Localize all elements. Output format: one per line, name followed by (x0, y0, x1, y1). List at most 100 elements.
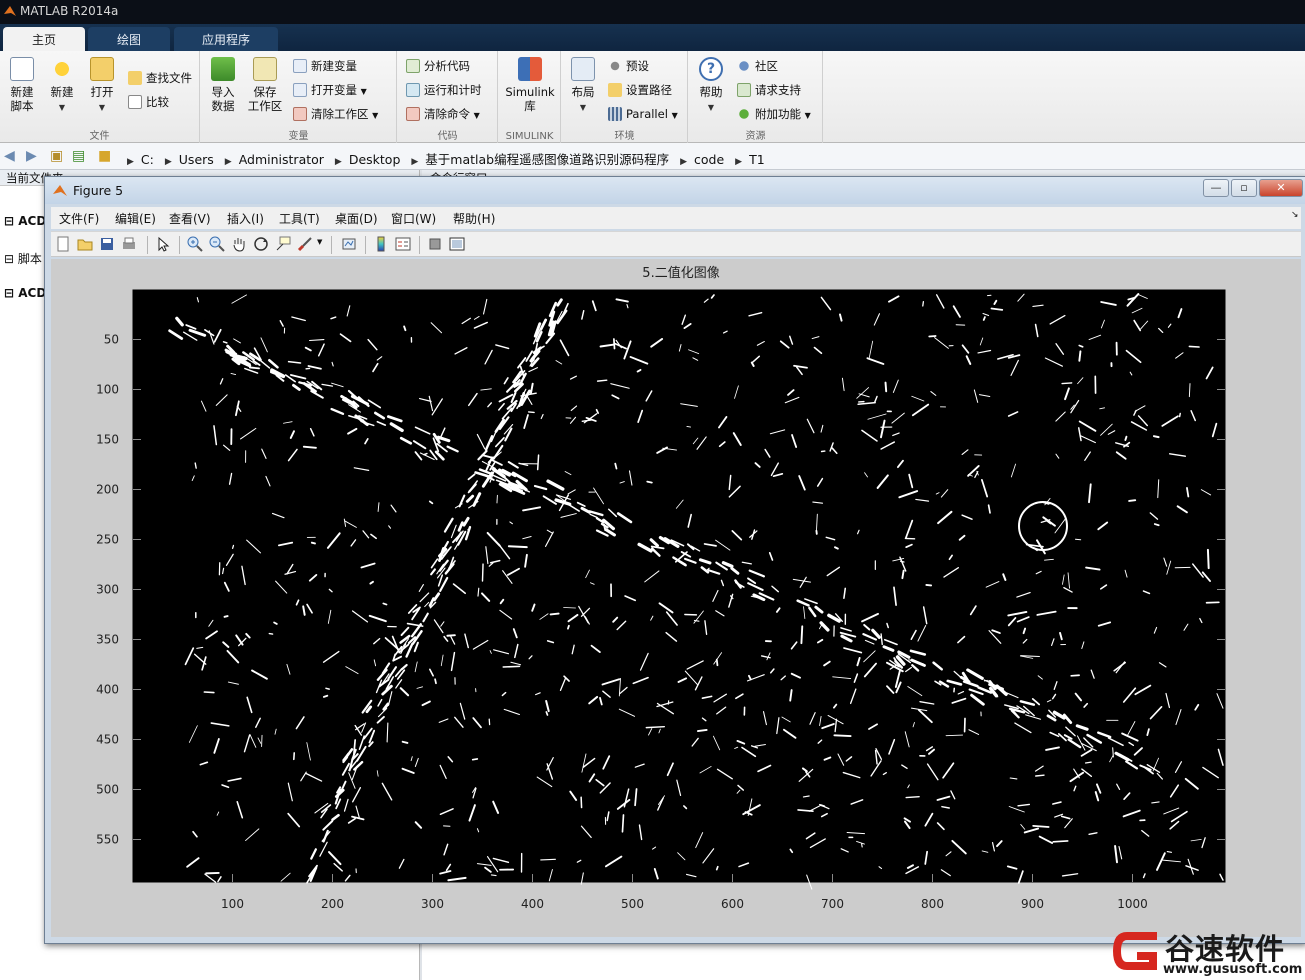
set-path-icon (608, 83, 622, 97)
save-icon[interactable] (99, 236, 115, 252)
legend-icon[interactable] (395, 236, 411, 252)
x-tick-label: 700 (821, 897, 844, 911)
help-button[interactable]: ? 帮助 ▼ (693, 57, 729, 115)
menu-help[interactable]: 帮助(H) (453, 210, 495, 227)
analyze-code-icon (406, 59, 420, 73)
breadcrumb-item[interactable]: C: (141, 152, 154, 167)
figure-titlebar[interactable]: Figure 5 — ▫ ✕ (45, 177, 1305, 204)
browse-folder-icon[interactable]: ▤ (72, 148, 85, 164)
up-folder-icon[interactable]: ▣ (50, 148, 63, 164)
tree-expander-icon: ⊟ (4, 252, 18, 266)
menu-tools[interactable]: 工具(T) (279, 210, 320, 227)
y-tick-label: 350 (96, 633, 119, 647)
save-workspace-button[interactable]: 保存 工作区 (245, 57, 285, 113)
link-plot-icon[interactable] (341, 236, 357, 252)
import-data-button[interactable]: 导入 数据 (205, 57, 241, 113)
back-arrow-icon[interactable]: ◀ (4, 148, 15, 164)
menu-insert[interactable]: 插入(I) (227, 210, 264, 227)
brush-icon[interactable] (297, 236, 313, 252)
hide-plot-tools-icon[interactable] (427, 236, 443, 252)
menu-view[interactable]: 查看(V) (169, 210, 211, 227)
clear-workspace-button[interactable]: 清除工作区 ▼ (293, 105, 378, 123)
image-edge (203, 691, 215, 694)
find-files-icon (128, 71, 142, 85)
tab-home[interactable]: 主页 (3, 27, 85, 51)
select-arrow-icon[interactable] (155, 236, 171, 252)
undock-icon[interactable]: ↘ (1291, 210, 1299, 220)
new-button[interactable]: 新建 ▼ (44, 57, 80, 115)
brush-caret-icon[interactable]: ▼ (317, 238, 322, 246)
tree-item[interactable]: ⊟ ACD (4, 214, 46, 228)
image-edge (1128, 499, 1137, 502)
layout-icon (571, 57, 595, 81)
breadcrumb-item[interactable]: Users (179, 152, 214, 167)
breadcrumb-item[interactable]: Desktop (349, 152, 401, 167)
menu-file[interactable]: 文件(F) (59, 210, 99, 227)
run-and-time-button[interactable]: 运行和计时 (406, 81, 482, 99)
simulink-group: Simulink 库 SIMULINK (499, 51, 561, 143)
maximize-button[interactable]: ▫ (1231, 179, 1257, 197)
menu-window[interactable]: 窗口(W) (391, 210, 436, 227)
new-figure-icon[interactable] (55, 236, 71, 252)
preferences-button[interactable]: 预设 (608, 57, 649, 75)
close-button[interactable]: ✕ (1259, 179, 1303, 197)
binary-image[interactable] (132, 289, 1226, 883)
resources-group-label: 资源 (745, 131, 766, 142)
analyze-code-button[interactable]: 分析代码 (406, 57, 470, 75)
y-tick-label: 300 (96, 583, 119, 597)
image-edge (1166, 851, 1172, 853)
minimize-button[interactable]: — (1203, 179, 1229, 197)
print-icon[interactable] (121, 236, 137, 252)
layout-button[interactable]: 布局 ▼ (565, 57, 601, 115)
tree-item[interactable]: ⊟ 脚本 (4, 250, 42, 267)
breadcrumb[interactable]: ▶ C: ▶ Users ▶ Administrator ▶ Desktop ▶ 基于ma… (120, 149, 765, 168)
plot-axes-svg[interactable]: 5.二值化图像 100 200 300 400 500 600 700 800 900 1000 … (51, 259, 1301, 937)
image-edge (1032, 824, 1050, 828)
rotate-icon[interactable] (253, 236, 269, 252)
parallel-button[interactable]: Parallel ▼ (608, 105, 678, 123)
open-variable-button[interactable]: 打开变量 ▼ (293, 81, 367, 99)
open-button[interactable]: 打开 ▼ (84, 57, 120, 115)
find-files-button[interactable]: 查找文件 (128, 69, 192, 87)
data-cursor-icon[interactable] (275, 236, 291, 252)
image-edge (401, 740, 409, 744)
menu-edit[interactable]: 编辑(E) (115, 210, 156, 227)
new-variable-button[interactable]: 新建变量 (293, 57, 357, 75)
open-file-icon[interactable] (77, 236, 93, 252)
show-plot-tools-icon[interactable] (449, 236, 465, 252)
zoom-out-icon[interactable] (209, 236, 225, 252)
pan-hand-icon[interactable] (231, 236, 247, 252)
image-edge (833, 734, 852, 738)
forward-arrow-icon[interactable]: ▶ (26, 148, 37, 164)
clear-commands-button[interactable]: 清除命令 ▼ (406, 105, 480, 123)
tab-apps[interactable]: 应用程序 (174, 27, 278, 51)
tab-plots[interactable]: 绘图 (88, 27, 170, 51)
request-support-button[interactable]: 请求支持 (737, 81, 801, 99)
figure-window[interactable]: Figure 5 — ▫ ✕ 文件(F) 编辑(E) 查看(V) 插入(I) 工… (44, 176, 1305, 944)
image-edge (471, 758, 479, 761)
breadcrumb-item[interactable]: code (694, 152, 724, 167)
menu-desktop[interactable]: 桌面(D) (335, 210, 378, 227)
code-group-label: 代码 (437, 131, 458, 142)
breadcrumb-item[interactable]: 基于matlab编程遥感图像道路识别源码程序 (425, 152, 669, 167)
simulink-library-button[interactable]: Simulink 库 (502, 57, 558, 113)
compare-button[interactable]: 比较 (128, 93, 169, 111)
new-label: 新建 (50, 85, 74, 99)
toolbar-separator (147, 236, 148, 254)
parallel-icon (608, 107, 622, 121)
image-edge (273, 621, 278, 625)
colorbar-icon[interactable] (373, 236, 389, 252)
figure-canvas[interactable]: 5.二值化图像 100 200 300 400 500 600 700 800 900 1000 … (51, 259, 1301, 937)
image-edge (1052, 840, 1069, 843)
breadcrumb-item[interactable]: Administrator (239, 152, 324, 167)
plot-title: 5.二值化图像 (642, 265, 719, 281)
breadcrumb-item[interactable]: T1 (749, 152, 765, 167)
set-path-button[interactable]: 设置路径 (608, 81, 672, 99)
community-button[interactable]: 社区 (737, 57, 778, 75)
image-edge (922, 300, 925, 307)
addons-button[interactable]: 附加功能 ▼ (737, 105, 811, 123)
zoom-in-icon[interactable] (187, 236, 203, 252)
new-script-button[interactable]: 新建 脚本 (4, 57, 40, 113)
tree-item[interactable]: ⊟ ACD (4, 286, 46, 300)
x-tick-label: 1000 (1117, 897, 1148, 911)
